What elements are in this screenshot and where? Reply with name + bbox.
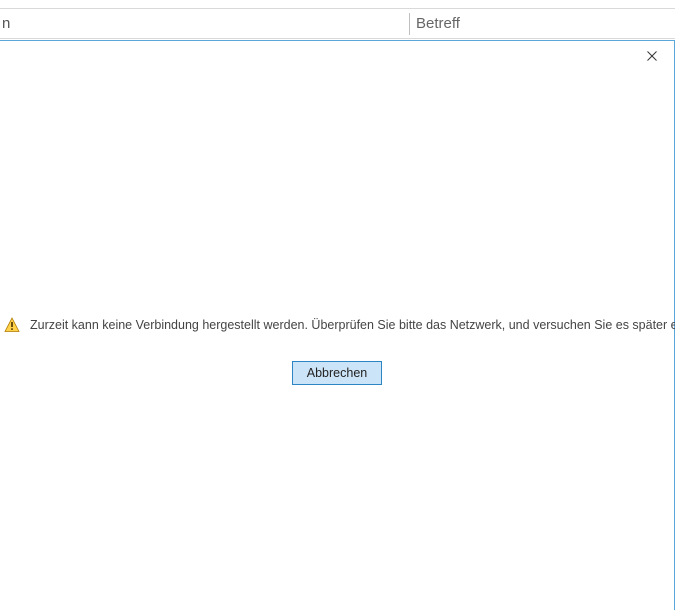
close-button[interactable] [630,41,674,71]
column-header-subject-label: Betreff [416,15,460,32]
table-header-row: n Betreff [0,8,675,39]
cancel-button[interactable]: Abbrechen [292,361,382,385]
column-header-left[interactable]: n [0,9,409,38]
button-row: Abbrechen [0,361,674,385]
connection-error-dialog: Zurzeit kann keine Verbindung hergestell… [0,40,675,610]
message-row: Zurzeit kann keine Verbindung hergestell… [0,317,674,333]
column-header-subject[interactable]: Betreff [410,9,675,38]
error-message-text: Zurzeit kann keine Verbindung hergestell… [30,318,675,332]
column-header-left-label: n [2,15,10,32]
dialog-body: Zurzeit kann keine Verbindung hergestell… [0,71,674,385]
dialog-titlebar [0,41,674,71]
close-icon [647,51,657,61]
warning-icon [4,317,20,333]
